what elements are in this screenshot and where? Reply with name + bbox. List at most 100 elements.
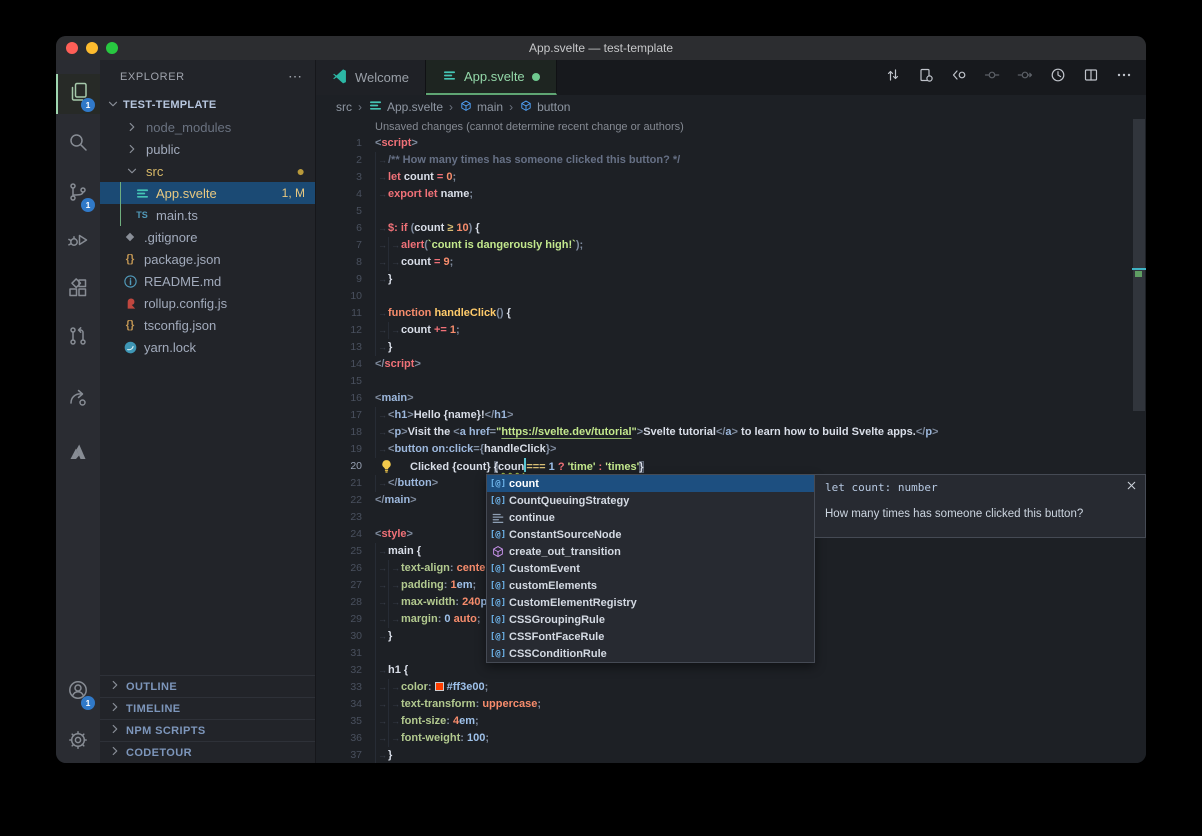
line-number: 9 [316,271,362,288]
activity-item-search[interactable] [56,124,100,164]
suggestion-item-count[interactable]: [@]count [487,475,814,492]
tab-app-svelte[interactable]: App.svelte [426,60,557,95]
section-label: NPM SCRIPTS [126,725,206,737]
suggestion-item-countqueuingstrategy[interactable]: [@]CountQueuingStrategy [487,492,814,509]
tree-item-package-json[interactable]: {}package.json [100,248,315,270]
symbol-var-icon: [@] [490,649,506,659]
activity-item-extensions[interactable] [56,270,100,310]
code-line-9[interactable]: 9→} [316,271,1146,288]
suggestion-item-customevent[interactable]: [@]CustomEvent [487,560,814,577]
suggestion-item-continue[interactable]: continue [487,509,814,526]
code-line-20[interactable]: 20Clicked {count} {coun=== 1 ? 'time' : … [316,458,1146,475]
section-header-outline[interactable]: OUTLINE [100,675,315,697]
code-line-7[interactable]: 7→→alert(`count is dangerously high!`); [316,237,1146,254]
section-header-npm-scripts[interactable]: NPM SCRIPTS [100,719,315,741]
scrollbar-slider[interactable] [1133,119,1145,411]
split-editor-icon[interactable] [1083,67,1099,88]
code-line-14[interactable]: 14</script> [316,356,1146,373]
code-line-3[interactable]: 3→let count = 0; [316,169,1146,186]
tree-item-main-ts[interactable]: TSmain.ts [100,204,315,226]
line-number: 23 [316,509,362,526]
tree-item-tsconfig-json[interactable]: {}tsconfig.json [100,314,315,336]
breadcrumb-item-src[interactable]: src [336,100,352,114]
activity-item-run-and-debug[interactable] [56,222,100,262]
activity-item-explorer[interactable]: 1 [56,74,100,114]
activity-item-accounts[interactable]: 1 [56,672,100,712]
code-line-15[interactable]: 15 [316,373,1146,390]
breadcrumb-item-main[interactable]: main [459,99,503,116]
suggestion-item-cssconditionrule[interactable]: [@]CSSConditionRule [487,645,814,662]
toggle-blame-icon[interactable] [885,67,901,88]
tree-root-test-template[interactable]: TEST-TEMPLATE [100,94,315,116]
code-line-6[interactable]: 6→$: if (count ≥ 10) { [316,220,1146,237]
code-line-32[interactable]: 32→h1 { [316,662,1146,679]
suggestion-item-customelementregistry[interactable]: [@]CustomElementRegistry [487,594,814,611]
color-swatch[interactable] [435,682,444,691]
editor-scrollbar[interactable] [1132,119,1146,763]
code-line-19[interactable]: 19→<button on:click={handleClick}> [316,441,1146,458]
code-line-13[interactable]: 13→} [316,339,1146,356]
code-line-35[interactable]: 35→→font-size: 4em; [316,713,1146,730]
suggestion-item-constantsourcenode[interactable]: [@]ConstantSourceNode [487,526,814,543]
code-editor[interactable]: Unsaved changes (cannot determine recent… [316,119,1146,763]
tree-item-src[interactable]: src● [100,160,315,182]
line-number: 10 [316,288,362,305]
code-line-1[interactable]: 1<script> [316,135,1146,152]
explorer-more-actions-icon[interactable]: ⋯ [288,68,303,85]
tree-item-yarn-lock[interactable]: yarn.lock [100,336,315,358]
breadcrumb-item-app-svelte[interactable]: App.svelte [368,98,443,116]
tree-item-public[interactable]: public [100,138,315,160]
code-line-18[interactable]: 18→<p>Visit the <a href="https://svelte.… [316,424,1146,441]
section-header-timeline[interactable]: TIMELINE [100,697,315,719]
code-line-37[interactable]: 37→} [316,747,1146,763]
code-line-8[interactable]: 8→→count = 9; [316,254,1146,271]
code-line-4[interactable]: 4→export let name; [316,186,1146,203]
tree-item-node-modules[interactable]: node_modules [100,116,315,138]
tree-item--gitignore[interactable]: .gitignore [100,226,315,248]
lightbulb-icon[interactable] [379,459,394,474]
code-line-16[interactable]: 16<main> [316,390,1146,407]
suggestion-item-cssfontfacerule[interactable]: [@]CSSFontFaceRule [487,628,814,645]
code-line-2[interactable]: 2→/** How many times has someone clicked… [316,152,1146,169]
open-changes-icon[interactable] [918,67,934,88]
breadcrumb-label: src [336,100,352,114]
rollup-config-js-icon [122,295,138,311]
svelte-file-icon [442,68,457,86]
minimize-window-button[interactable] [86,42,98,54]
code-line-11[interactable]: 11→function handleClick() { [316,305,1146,322]
tree-item-rollup-config-js[interactable]: rollup.config.js [100,292,315,314]
previous-change-icon[interactable] [984,67,1000,88]
activity-item-github-pull-requests[interactable] [56,318,100,358]
zoom-window-button[interactable] [106,42,118,54]
code-line-36[interactable]: 36→→font-weight: 100; [316,730,1146,747]
titlebar[interactable]: App.svelte — test-template [56,36,1146,60]
activity-item-live-share[interactable] [56,380,100,420]
close-window-button[interactable] [66,42,78,54]
code-line-34[interactable]: 34→→text-transform: uppercase; [316,696,1146,713]
code-line-5[interactable]: 5 [316,203,1146,220]
navigate-back-icon[interactable] [951,67,967,88]
code-line-12[interactable]: 12→→count += 1; [316,322,1146,339]
close-icon[interactable] [1125,479,1139,493]
activity-item-settings[interactable] [56,722,100,762]
suggestion-item-customelements[interactable]: [@]customElements [487,577,814,594]
explorer-title: EXPLORER [120,71,185,83]
activity-item-azure[interactable] [56,434,100,474]
activity-item-source-control[interactable]: 1 [56,174,100,214]
section-header-codetour[interactable]: CODETOUR [100,741,315,763]
unsaved-dot-icon[interactable] [532,73,540,81]
tree-item-readme-md[interactable]: README.md [100,270,315,292]
code-line-17[interactable]: 17→<h1>Hello {name}!</h1> [316,407,1146,424]
suggestion-label: CSSConditionRule [509,648,607,660]
code-line-10[interactable]: 10 [316,288,1146,305]
tree-item-app-svelte[interactable]: App.svelte1, M [100,182,315,204]
suggestion-item-create_out_transition[interactable]: create_out_transition [487,543,814,560]
run-icon[interactable] [1050,67,1066,88]
next-change-icon[interactable] [1017,67,1033,88]
tab-welcome[interactable]: Welcome [316,60,426,95]
suggestion-item-cssgroupingrule[interactable]: [@]CSSGroupingRule [487,611,814,628]
-gitignore-icon [122,229,138,245]
more-actions-icon[interactable] [1116,67,1132,88]
breadcrumb-item-button[interactable]: button [519,99,570,116]
code-line-33[interactable]: 33→→color: #ff3e00; [316,679,1146,696]
